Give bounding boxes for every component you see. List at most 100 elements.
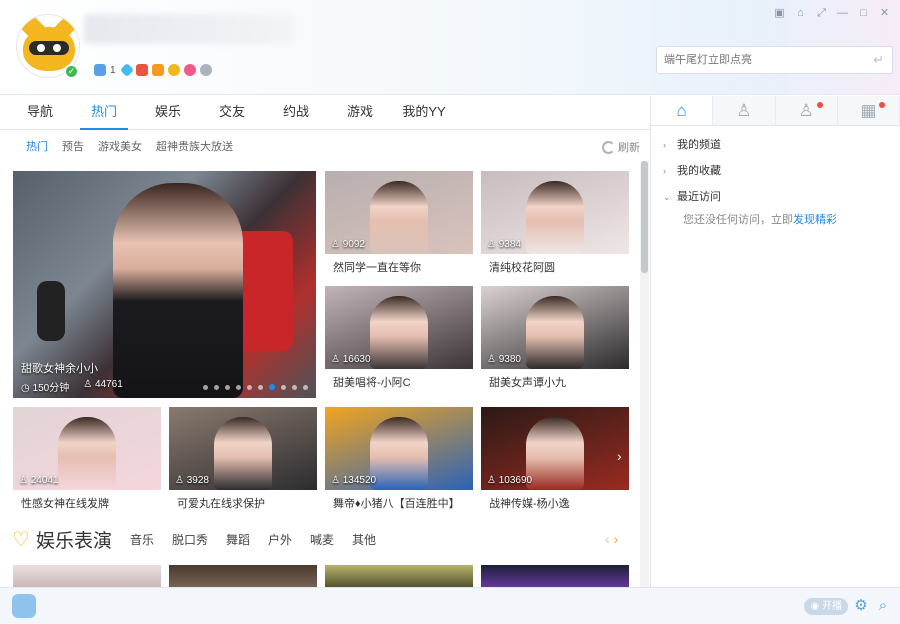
category-talk-show[interactable]: 脱口秀 [172, 531, 208, 548]
friends-icon[interactable]: ♙ [776, 96, 838, 125]
section-card-thumb[interactable] [481, 565, 629, 587]
section-card-thumb[interactable] [13, 565, 161, 587]
minimize-icon[interactable]: — [835, 6, 850, 20]
my-favorites-item[interactable]: › 我的收藏 [663, 158, 900, 184]
stream-thumbnail[interactable]: ♙ 134520 [325, 407, 473, 490]
carousel-dot[interactable] [236, 384, 241, 390]
stream-card[interactable]: ♙ 9092 然同学一直在等你 [325, 171, 473, 281]
shirt-icon[interactable]: ⌂ [793, 6, 808, 20]
mascot-eye [37, 44, 45, 52]
stream-card[interactable]: ♙ 103690 战神传媒-杨小逸 [481, 407, 629, 517]
chevron-right-icon[interactable]: › [614, 531, 619, 547]
chevron-left-icon[interactable]: ‹ [605, 531, 610, 547]
carousel-dot[interactable] [281, 384, 286, 390]
tab-games[interactable]: 游戏 [328, 96, 392, 129]
discover-link[interactable]: 发现精彩 [793, 214, 837, 226]
stream-card[interactable]: ♙ 3928 可爱丸在线求保护 [169, 407, 317, 517]
tab-entertainment[interactable]: 娱乐 [136, 96, 200, 129]
search-icon[interactable]: ⌕ [874, 597, 892, 615]
stream-thumbnail[interactable]: ♙ 24041 [13, 407, 161, 490]
subtab-hot[interactable]: 热门 [26, 138, 48, 154]
maximize-icon[interactable]: □ [856, 6, 871, 20]
tab-hot[interactable]: 热门 [72, 96, 136, 130]
home-icon[interactable]: ⌂ [651, 96, 714, 125]
carousel-dot[interactable] [303, 384, 308, 390]
carousel-dot[interactable] [258, 384, 263, 390]
close-icon[interactable]: ✕ [877, 6, 892, 20]
section-card-thumb[interactable] [325, 565, 473, 587]
stream-title[interactable]: 性感女神在线发牌 [21, 495, 109, 511]
carousel-dot[interactable] [214, 384, 219, 390]
carousel-dot[interactable] [269, 384, 275, 390]
stream-card[interactable]: ♙ 134520 舞帝♦小猪八【百连胜中】 [325, 407, 473, 517]
stream-thumbnail[interactable]: ♙ 3928 [169, 407, 317, 490]
subtab-noble[interactable]: 超神贵族大放送 [156, 138, 233, 154]
video-icon[interactable] [151, 64, 164, 76]
subtab-game-girls[interactable]: 游戏美女 [98, 138, 142, 154]
stream-title[interactable]: 甜美唱将-小阿C [333, 374, 411, 390]
level-icon[interactable] [94, 64, 106, 76]
stream-thumbnail[interactable]: ♙ 9092 [325, 171, 473, 254]
pin-icon[interactable]: ⤢ [814, 6, 829, 20]
category-dance[interactable]: 舞蹈 [226, 531, 250, 548]
carousel-dot[interactable] [292, 384, 297, 390]
recent-visits-item[interactable]: ⌄ 最近访问 [663, 184, 900, 210]
hero-duration: ◷ 150分钟 [21, 383, 70, 394]
stream-card[interactable]: ♙ 9380 甜美女声谭小九 [481, 286, 629, 396]
section-card-thumb[interactable] [169, 565, 317, 587]
window-controls: ▣ ⌂ ⤢ — □ ✕ [772, 6, 892, 20]
tab-my-yy[interactable]: 我的YY [392, 96, 456, 129]
category-outdoor[interactable]: 户外 [268, 531, 292, 548]
scrollbar[interactable] [640, 161, 649, 587]
search-input[interactable] [657, 47, 857, 73]
skin-icon[interactable]: ▣ [772, 6, 787, 20]
stream-title[interactable]: 战神传媒-杨小逸 [489, 495, 570, 511]
stream-title[interactable]: 然同学一直在等你 [333, 259, 421, 275]
carousel-dot[interactable] [225, 384, 230, 390]
heart-icon[interactable] [183, 64, 196, 76]
username-blurred [84, 14, 294, 44]
stream-card[interactable]: ♙ 16630 甜美唱将-小阿C [325, 286, 473, 396]
stream-title[interactable]: 甜美女声谭小九 [489, 374, 566, 390]
game-icon[interactable] [167, 64, 180, 76]
mascot-icon[interactable] [12, 594, 36, 618]
category-other[interactable]: 其他 [352, 531, 376, 548]
category-music[interactable]: 音乐 [130, 531, 154, 548]
carousel-dot[interactable] [247, 384, 252, 390]
category-shout[interactable]: 喊麦 [310, 531, 334, 548]
stream-title[interactable]: 可爱丸在线求保护 [177, 495, 265, 511]
carousel-dots [203, 384, 308, 390]
stream-thumbnail[interactable]: ♙ 103690 [481, 407, 629, 490]
refresh-button[interactable]: 刷新 [602, 139, 640, 155]
stream-thumbnail[interactable]: ♙ 9384 [481, 171, 629, 254]
tab-nav[interactable]: 导航 [8, 96, 72, 129]
enter-icon[interactable]: ↵ [873, 52, 884, 68]
eye-icon[interactable] [199, 64, 212, 76]
apps-icon[interactable]: ▦ [838, 96, 900, 125]
stream-thumbnail[interactable]: ♙ 16630 [325, 286, 473, 369]
subtab-preview[interactable]: 预告 [62, 138, 84, 154]
user-icon[interactable]: ♙ [713, 96, 776, 125]
tab-social[interactable]: 交友 [200, 96, 264, 129]
notification-dot [879, 102, 885, 108]
hero-card[interactable]: 甜歌女神余小小 ◷ 150分钟 ♙ 44761 [13, 171, 316, 398]
scrollbar-thumb[interactable] [641, 161, 648, 273]
stream-thumbnail[interactable]: ♙ 9380 [481, 286, 629, 369]
diamond-icon[interactable] [119, 62, 134, 78]
chevron-right-icon[interactable]: › [617, 448, 622, 464]
hero-duration-value: 150分钟 [32, 383, 70, 394]
carousel-dot[interactable] [203, 384, 208, 390]
mascot-eye [53, 44, 61, 52]
stream-views-value: 16630 [342, 354, 371, 365]
tab-battle[interactable]: 约战 [264, 96, 328, 129]
stream-card[interactable]: ♙ 9384 清纯校花阿圆 [481, 171, 629, 281]
settings-icon[interactable]: ⚙ [852, 597, 870, 615]
vip-icon[interactable] [135, 64, 148, 76]
go-live-button[interactable]: ◉ 开播 [804, 598, 848, 615]
stream-title[interactable]: 清纯校花阿圆 [489, 259, 555, 275]
badge-count: 1 [110, 64, 116, 76]
stream-title[interactable]: 舞帝♦小猪八【百连胜中】 [333, 495, 460, 511]
stream-card[interactable]: ♙ 24041 性感女神在线发牌 [13, 407, 161, 517]
hero-views-value: 44761 [94, 379, 123, 390]
my-channels-item[interactable]: › 我的频道 [663, 132, 900, 158]
